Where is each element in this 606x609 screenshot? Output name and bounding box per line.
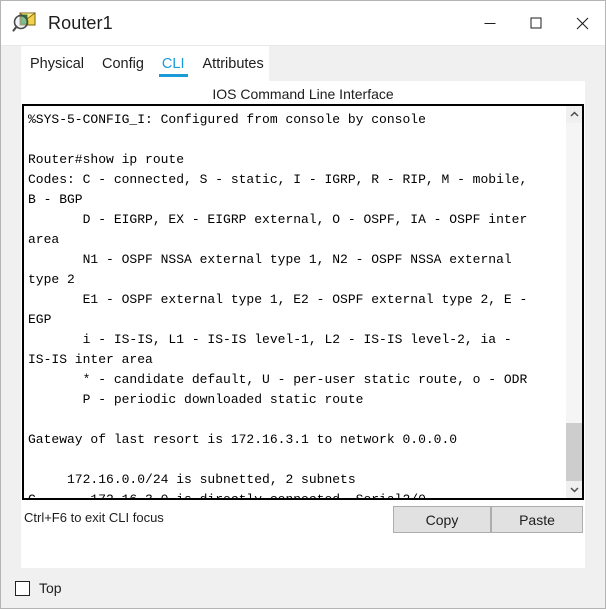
terminal-output[interactable]: %SYS-5-CONFIG_I: Configured from console…	[24, 106, 565, 498]
bottom-bar: Top	[1, 569, 605, 608]
tab-physical-label: Physical	[30, 56, 84, 72]
scrollbar-track[interactable]	[566, 123, 582, 481]
tab-attributes[interactable]: Attributes	[194, 46, 273, 82]
minimize-button[interactable]	[467, 1, 513, 45]
panel-footer: Ctrl+F6 to exit CLI focus Copy Paste	[21, 502, 585, 568]
top-checkbox-label: Top	[39, 580, 62, 596]
terminal-area: %SYS-5-CONFIG_I: Configured from console…	[22, 104, 584, 500]
close-button[interactable]	[559, 1, 605, 45]
title-bar: Router1	[1, 1, 605, 46]
tab-cli-label: CLI	[161, 56, 185, 72]
tab-config[interactable]: Config	[93, 46, 153, 82]
cli-panel: IOS Command Line Interface %SYS-5-CONFIG…	[21, 81, 585, 568]
router-inspect-icon	[12, 10, 38, 36]
copy-button[interactable]: Copy	[393, 506, 491, 533]
window-title: Router1	[48, 12, 113, 33]
tab-cli[interactable]: CLI	[153, 46, 194, 82]
tab-physical[interactable]: Physical	[21, 46, 93, 82]
scroll-up-button[interactable]	[566, 106, 582, 123]
terminal-scrollbar[interactable]	[565, 106, 582, 498]
cli-focus-hint: Ctrl+F6 to exit CLI focus	[24, 510, 164, 525]
scrollbar-thumb[interactable]	[566, 423, 582, 481]
top-checkbox[interactable]: Top	[15, 580, 62, 596]
top-checkbox-box[interactable]	[15, 580, 30, 596]
maximize-button[interactable]	[513, 1, 559, 45]
tab-attributes-label: Attributes	[202, 56, 264, 72]
tab-config-label: Config	[102, 56, 144, 72]
tab-strip: Physical Config CLI Attributes	[1, 46, 605, 82]
paste-button[interactable]: Paste	[491, 506, 583, 533]
scroll-down-button[interactable]	[566, 481, 582, 498]
terminal-text: %SYS-5-CONFIG_I: Configured from console…	[28, 112, 528, 498]
router-cli-window: Router1 Physical Config CLI Attributes I…	[0, 0, 606, 609]
window-controls	[467, 1, 605, 45]
